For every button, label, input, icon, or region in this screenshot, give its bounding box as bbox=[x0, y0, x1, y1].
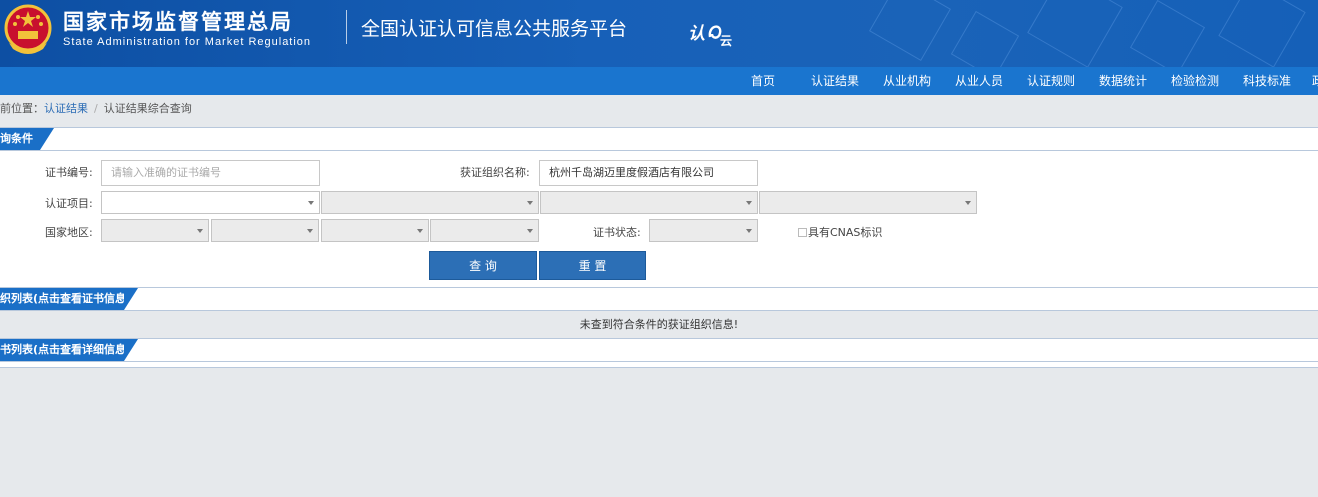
platform-title: 全国认证认可信息公共服务平台 bbox=[361, 18, 628, 40]
agency-english-title: State Administration for Market Regulati… bbox=[63, 36, 312, 48]
renyun-logo-char-ren: 认 bbox=[688, 24, 705, 44]
nav-item-home[interactable]: 首页 bbox=[751, 67, 775, 95]
cnas-checkbox[interactable] bbox=[798, 228, 807, 237]
renyun-logo: 认 云 bbox=[688, 24, 732, 48]
renyun-logo-e-stroke bbox=[708, 25, 722, 39]
breadcrumb-current: 认证结果综合查询 bbox=[103, 102, 192, 115]
chevron-down-icon bbox=[197, 229, 203, 233]
region-select-4[interactable] bbox=[430, 219, 539, 242]
query-form: 证书编号: 请输入准确的证书编号 获证组织名称: 杭州千岛湖迈里度假酒店有限公司… bbox=[0, 151, 1318, 287]
chevron-down-icon bbox=[308, 201, 314, 205]
cert-item-select-1[interactable] bbox=[101, 191, 320, 214]
query-section-title: 询条件 bbox=[0, 128, 54, 150]
breadcrumb-separator: / bbox=[94, 102, 98, 115]
chevron-down-icon bbox=[746, 229, 752, 233]
cert-no-input[interactable]: 请输入准确的证书编号 bbox=[101, 160, 320, 186]
cert-list-section-title: 书列表(点击查看详细信息) bbox=[0, 339, 138, 361]
chevron-down-icon bbox=[417, 229, 423, 233]
chevron-down-icon bbox=[527, 229, 533, 233]
cert-item-select-4[interactable] bbox=[759, 191, 977, 214]
cert-status-select[interactable] bbox=[649, 219, 758, 242]
breadcrumb-link[interactable]: 认证结果 bbox=[44, 102, 88, 115]
org-list-section-title: 织列表(点击查看证书信息) bbox=[0, 288, 138, 310]
region-select-3[interactable] bbox=[321, 219, 429, 242]
chevron-down-icon bbox=[527, 201, 533, 205]
agency-title: 国家市场监督管理总局 bbox=[63, 10, 293, 34]
breadcrumb-prefix: 前位置： bbox=[0, 102, 44, 115]
cert-item-select-2[interactable] bbox=[321, 191, 539, 214]
decor-hexagon bbox=[1218, 0, 1306, 67]
decor-hexagon bbox=[1027, 0, 1123, 67]
renyun-logo-char-yun: 云 bbox=[720, 34, 732, 48]
decor-hexagon bbox=[950, 10, 1020, 67]
nav-item-more[interactable]: 政 bbox=[1312, 67, 1318, 95]
org-name-label: 获证组织名称: bbox=[460, 166, 530, 179]
region-label: 国家地区: bbox=[45, 226, 93, 239]
decor-hexagon bbox=[869, 0, 951, 61]
region-select-2[interactable] bbox=[211, 219, 319, 242]
chevron-down-icon bbox=[746, 201, 752, 205]
cnas-label: 具有CNAS标识 bbox=[808, 226, 883, 239]
query-section-header: 询条件 bbox=[0, 127, 1318, 151]
nav-item-cert-rules[interactable]: 认证规则 bbox=[1027, 67, 1075, 95]
cert-item-label: 认证项目: bbox=[45, 197, 93, 210]
national-emblem-icon bbox=[4, 4, 52, 54]
cert-list-section-header: 书列表(点击查看详细信息) bbox=[0, 338, 1318, 362]
top-nav: 首页 认证结果 从业机构 从业人员 认证规则 数据统计 检验检测 科技标准 政 bbox=[0, 67, 1318, 95]
header-banner: 国家市场监督管理总局 State Administration for Mark… bbox=[0, 0, 1318, 67]
cert-status-label: 证书状态: bbox=[593, 226, 641, 239]
nav-item-institutions[interactable]: 从业机构 bbox=[883, 67, 931, 95]
decor-hexagon bbox=[1129, 0, 1206, 67]
nav-item-statistics[interactable]: 数据统计 bbox=[1099, 67, 1147, 95]
cert-list-body bbox=[0, 362, 1318, 368]
nav-item-personnel[interactable]: 从业人员 bbox=[955, 67, 1003, 95]
nav-item-testing[interactable]: 检验检测 bbox=[1171, 67, 1219, 95]
region-select-1[interactable] bbox=[101, 219, 209, 242]
org-list-section-header: 织列表(点击查看证书信息) bbox=[0, 287, 1318, 311]
cert-item-select-3[interactable] bbox=[540, 191, 758, 214]
nav-item-cert-results[interactable]: 认证结果 bbox=[811, 67, 859, 95]
org-list-empty-message: 未查到符合条件的获证组织信息! bbox=[0, 312, 1318, 338]
nav-item-tech-standards[interactable]: 科技标准 bbox=[1243, 67, 1291, 95]
cert-no-label: 证书编号: bbox=[45, 166, 93, 179]
org-name-input[interactable]: 杭州千岛湖迈里度假酒店有限公司 bbox=[539, 160, 758, 186]
header-divider bbox=[346, 10, 347, 44]
chevron-down-icon bbox=[307, 229, 313, 233]
search-button[interactable]: 查 询 bbox=[429, 251, 537, 280]
chevron-down-icon bbox=[965, 201, 971, 205]
breadcrumb: 前位置：认证结果 / 认证结果综合查询 bbox=[0, 95, 1318, 125]
reset-button[interactable]: 重 置 bbox=[539, 251, 646, 280]
